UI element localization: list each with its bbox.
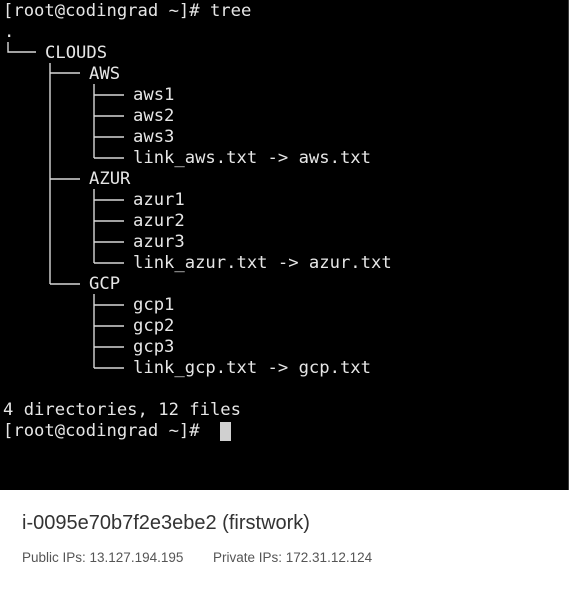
tree-item-gcp3: gcp3 [133,337,175,357]
tree-dir-azur: AZUR [89,169,131,189]
tree-symlink-azur: link_azur.txt -> azur.txt [133,253,392,273]
tree-symlink-aws: link_aws.txt -> aws.txt [133,148,371,168]
instance-info-panel: i-0095e70b7f2e3ebe2 (firstwork) Public I… [0,490,569,591]
tree-dir-clouds: CLOUDS [45,43,108,63]
tree-item-azur2: azur2 [133,211,185,231]
tree-item-gcp2: gcp2 [133,316,175,336]
connector-clouds [7,42,36,53]
tree-item-aws3: aws3 [133,127,175,147]
tree-item-gcp1: gcp1 [133,295,175,315]
tree-item-azur1: azur1 [133,190,185,210]
terminal-prompt: [root@codingrad ~]# [3,421,210,441]
tree-dir-aws: AWS [89,64,121,84]
tree-dir-gcp: GCP [89,274,121,294]
tree-summary: 4 directories, 12 files [3,400,241,420]
terminal-window[interactable]: [root@codingrad ~]# tree . CLOUDS AWS aw… [0,0,569,490]
tree-item-azur3: azur3 [133,232,185,252]
public-ips: Public IPs: 13.127.194.195 [22,550,184,565]
terminal-cursor [220,422,231,441]
terminal-command-line: [root@codingrad ~]# tree [3,1,252,21]
tree-item-aws2: aws2 [133,106,175,126]
tree-symlink-gcp: link_gcp.txt -> gcp.txt [133,358,371,378]
tree-root-dot: . [4,22,15,42]
tree-item-aws1: aws1 [133,85,175,105]
private-ips: Private IPs: 172.31.12.124 [213,550,373,565]
instance-title: i-0095e70b7f2e3ebe2 (firstwork) [22,512,310,534]
